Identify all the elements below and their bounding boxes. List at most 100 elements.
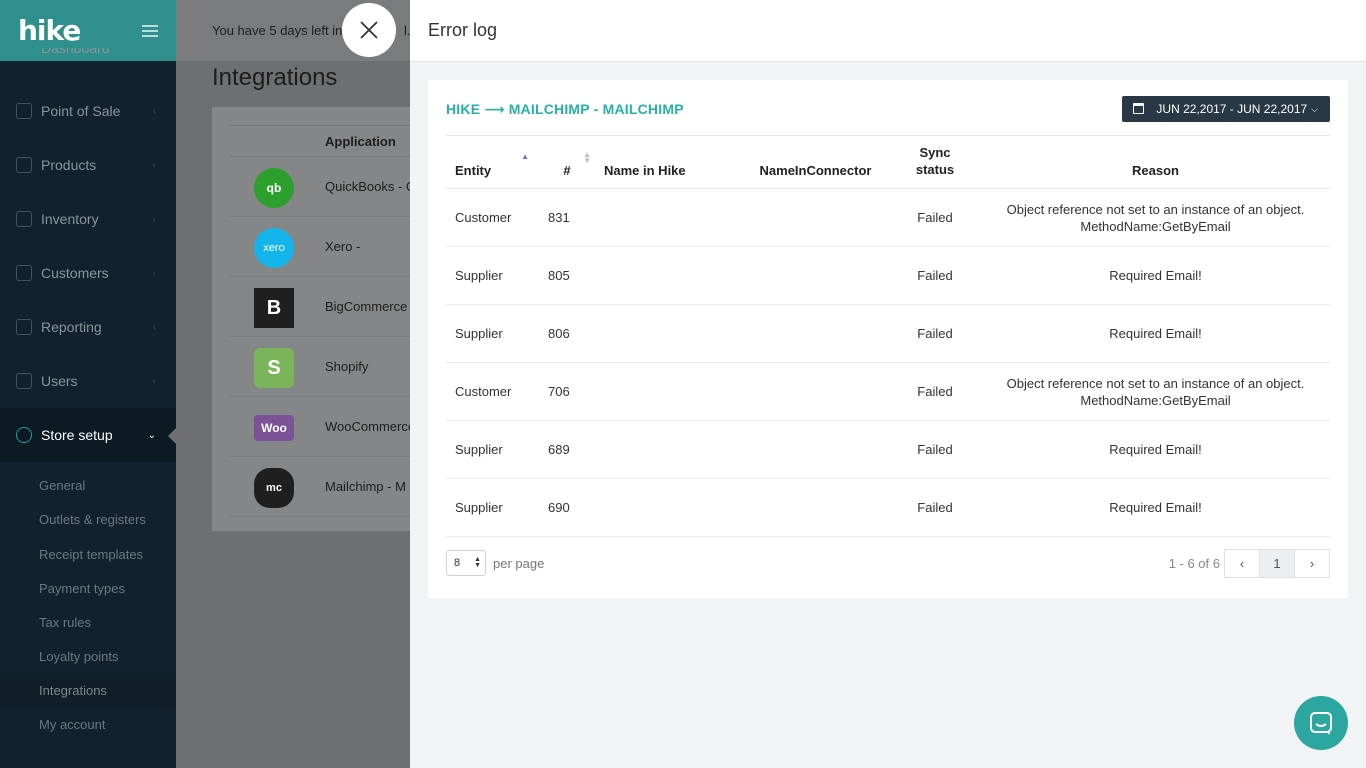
name-in-hike-cell [595,304,742,363]
subitem-general[interactable]: General [0,468,176,502]
name-in-hike-cell [595,362,742,421]
gear-icon [16,427,32,443]
chat-support-button[interactable] [1294,696,1348,750]
column-name-in-hike: Name in Hike [595,135,742,189]
per-page-value: 8 [454,557,461,569]
app-name: Shopify [325,359,369,374]
sidebar-item-products[interactable]: Products ‹ [0,138,176,192]
per-page-label: per page [493,555,545,571]
sidebar-item-store-setup[interactable]: Store setup ⌄ [0,408,176,462]
number-cell: 806 [539,304,595,363]
app-name: QuickBooks - C [325,179,416,194]
chevron-left-icon: ‹ [152,375,156,387]
number-cell: 805 [539,246,595,305]
chevron-left-icon: ‹ [152,267,156,279]
users-icon [16,265,32,281]
layers-icon [16,211,32,227]
app-row[interactable]: Woo WooCommerce [230,397,430,457]
app-table-header: Application [230,125,430,157]
chevron-down-icon: ⌄ [147,429,156,441]
reason-cell: Required Email! [981,420,1330,479]
sidebar: hike Dashboard Point of Sale ‹ Products … [0,0,176,768]
next-page-button[interactable]: › [1294,549,1330,578]
date-range-button[interactable]: JUN 22,2017 - JUN 22,2017 ⌵ [1122,96,1330,122]
number-cell: 706 [539,362,595,421]
sync-status-cell: Failed [889,362,981,421]
number-cell: 689 [539,420,595,479]
sidebar-item-label: Inventory [41,211,99,227]
active-indicator [168,428,176,444]
bar-chart-icon [16,319,32,335]
sync-status-cell: Failed [889,246,981,305]
sidebar-item-inventory[interactable]: Inventory ‹ [0,192,176,246]
table-row: Supplier 806 Failed Required Email! [446,304,1330,363]
sidebar-item-customers[interactable]: Customers ‹ [0,246,176,300]
bigcommerce-logo: B [254,288,294,328]
pagination: 1 - 6 of 6 ‹ 1 › [1169,549,1330,578]
page-button-current[interactable]: 1 [1259,549,1295,578]
app-row[interactable]: qb QuickBooks - C [230,157,430,217]
table-row: Customer 831 Failed Object reference not se… [446,188,1330,247]
sync-status-cell: Failed [889,420,981,479]
mailchimp-logo: mc [254,468,294,508]
column-entity[interactable]: Entity ▲ [446,135,539,189]
subitem-payment-types[interactable]: Payment types [0,571,176,605]
sidebar-item-label: Store setup [41,427,113,443]
subitem-integrations[interactable]: Integrations [0,673,176,707]
app-row[interactable]: S Shopify [230,337,430,397]
subitem-my-account[interactable]: My account [0,707,176,741]
entity-cell: Supplier [446,246,539,305]
hamburger-menu-icon[interactable] [142,24,158,37]
trial-text: You have 5 days left in [212,23,343,38]
sidebar-item-label: Products [41,157,97,173]
name-in-hike-cell [595,246,742,305]
chevron-left-icon: ‹ [152,321,156,333]
entity-cell: Supplier [446,478,539,537]
name-in-connector-cell [742,188,889,247]
app-name: Xero - [325,239,361,254]
column-label: NameInConnector [759,163,872,178]
app-row[interactable]: B BigCommerce [230,277,430,337]
user-icon [16,373,32,389]
reason-cell: Required Email! [981,246,1330,305]
page-title: Integrations [212,64,338,91]
close-icon [360,21,378,39]
bag-icon [16,103,32,119]
app-row[interactable]: mc Mailchimp - M [230,457,430,517]
xero-logo: xero [254,228,294,268]
select-arrows-icon: ▲ ▼ [474,556,481,569]
reason-cell: Object reference not set to an instance … [981,188,1330,247]
tag-icon [16,157,32,173]
sidebar-item-reporting[interactable]: Reporting ‹ [0,300,176,354]
prev-page-button[interactable]: ‹ [1224,549,1260,578]
sidebar-item-label: Reporting [41,319,102,335]
hike-logo[interactable]: hike [18,14,81,47]
name-in-hike-cell [595,188,742,247]
sidebar-item-users[interactable]: Users ‹ [0,354,176,408]
chevron-left-icon: ‹ [152,105,156,117]
column-reason: Reason [981,135,1330,189]
entity-cell: Customer [446,362,539,421]
app-row[interactable]: xero Xero - [230,217,430,277]
subitem-loyalty-points[interactable]: Loyalty points [0,639,176,673]
application-header: Application [325,134,396,149]
subitem-tax-rules[interactable]: Tax rules [0,605,176,639]
name-in-connector-cell [742,478,889,537]
sidebar-item-label: Customers [41,265,109,281]
subitem-receipt-templates[interactable]: Receipt templates [0,537,176,571]
app-name: Mailchimp - M [325,479,406,494]
per-page-select[interactable]: 8 ▲ ▼ [446,550,486,576]
sidebar-item-dashboard[interactable]: Dashboard [41,48,110,61]
column-number[interactable]: # ▲ ▼ [539,135,595,189]
sidebar-item-point-of-sale[interactable]: Point of Sale ‹ [0,84,176,138]
column-sync-status: Sync status [889,135,981,189]
close-button[interactable] [342,3,396,57]
name-in-hike-cell [595,478,742,537]
subitem-outlets-registers[interactable]: Outlets & registers [0,502,176,536]
column-label: # [563,163,571,178]
entity-cell: Customer [446,188,539,247]
sidebar-item-label: Users [41,373,78,389]
calendar-icon [1133,103,1145,114]
panel-title: Error log [410,0,1366,62]
quickbooks-logo: qb [254,168,294,208]
